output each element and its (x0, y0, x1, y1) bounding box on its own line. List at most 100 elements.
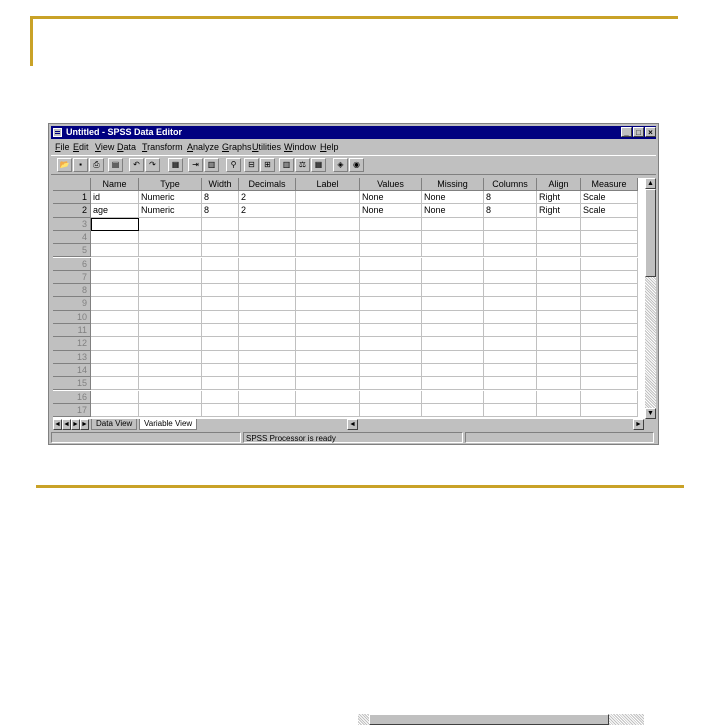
grid-cell[interactable] (537, 217, 581, 231)
vertical-scrollbar[interactable]: ▲ ▼ (645, 178, 656, 419)
grid-cell[interactable] (202, 297, 239, 311)
title-bar[interactable]: Untitled - SPSS Data Editor _ □ × (51, 126, 656, 139)
goto-case-button[interactable]: ⇥ (188, 158, 203, 172)
tab-variable-view[interactable]: Variable View (139, 419, 198, 430)
row-header[interactable]: 13 (53, 350, 91, 364)
grid-cell[interactable] (537, 244, 581, 258)
grid-cell[interactable] (581, 377, 638, 391)
insert-case-button[interactable]: ⊟ (244, 158, 259, 172)
grid-cell[interactable] (360, 377, 422, 391)
weight-cases-button[interactable]: ⚖ (295, 158, 310, 172)
grid-cell[interactable] (239, 217, 296, 231)
grid-cell[interactable] (581, 244, 638, 258)
grid-cell[interactable] (537, 270, 581, 285)
grid-cell[interactable] (422, 363, 484, 378)
menu-graphs[interactable]: Graphs (222, 142, 252, 152)
row-header[interactable]: 14 (53, 363, 91, 378)
row-header[interactable]: 7 (53, 270, 91, 285)
grid-cell[interactable] (537, 390, 581, 404)
row-header[interactable]: 17 (53, 403, 91, 418)
grid-cell[interactable] (422, 297, 484, 311)
grid-cell[interactable] (239, 270, 296, 285)
grid-cell[interactable] (484, 217, 537, 231)
grid-cell[interactable] (296, 270, 360, 285)
grid-cell[interactable] (581, 363, 638, 378)
grid-cell[interactable] (360, 324, 422, 338)
grid-cell[interactable] (139, 350, 202, 364)
grid-cell[interactable] (537, 297, 581, 311)
menu-file[interactable]: File (55, 142, 70, 152)
grid-cell[interactable] (537, 337, 581, 351)
grid-cell[interactable] (484, 350, 537, 364)
grid-cell[interactable] (484, 337, 537, 351)
grid-cell[interactable] (139, 257, 202, 271)
row-header[interactable]: 10 (53, 310, 91, 324)
grid-cell[interactable] (484, 310, 537, 324)
grid-cell[interactable] (360, 244, 422, 258)
grid-cell[interactable]: None (422, 191, 484, 205)
grid-cell[interactable] (296, 284, 360, 298)
grid-cell[interactable] (360, 270, 422, 285)
grid-cell[interactable] (484, 270, 537, 285)
grid-cell[interactable] (239, 324, 296, 338)
row-header[interactable]: 8 (53, 284, 91, 298)
menu-data[interactable]: Data (117, 142, 136, 152)
grid-cell[interactable] (360, 230, 422, 245)
grid-cell[interactable] (91, 324, 139, 338)
horizontal-scrollbar[interactable] (358, 714, 644, 725)
grid-cell[interactable] (296, 363, 360, 378)
undo-button[interactable]: ↶ (129, 158, 144, 172)
grid-cell[interactable] (239, 403, 296, 418)
row-header[interactable]: 9 (53, 297, 91, 311)
grid-cell[interactable] (484, 230, 537, 245)
grid-cell[interactable] (91, 270, 139, 285)
menu-window[interactable]: Window (284, 142, 316, 152)
row-header[interactable]: 4 (53, 230, 91, 245)
grid-cell[interactable] (360, 284, 422, 298)
grid-cell[interactable] (239, 337, 296, 351)
minimize-button[interactable]: _ (621, 127, 632, 137)
row-header[interactable]: 6 (53, 257, 91, 271)
grid-cell[interactable]: 2 (239, 191, 296, 205)
grid-cell[interactable] (91, 337, 139, 351)
tab-prev-button[interactable]: ◄ (62, 419, 71, 430)
grid-cell[interactable] (296, 297, 360, 311)
grid-cell[interactable]: Right (537, 191, 581, 205)
open-button[interactable]: 📂 (57, 158, 72, 172)
grid-cell[interactable] (202, 270, 239, 285)
row-header[interactable]: 5 (53, 244, 91, 258)
grid-cell[interactable] (537, 350, 581, 364)
grid-cell[interactable] (581, 324, 638, 338)
grid-cell[interactable] (202, 377, 239, 391)
grid-cell[interactable] (537, 363, 581, 378)
grid-cell[interactable] (422, 310, 484, 324)
grid-cell[interactable] (202, 390, 239, 404)
split-file-button[interactable]: ▥ (279, 158, 294, 172)
grid-cell[interactable] (581, 270, 638, 285)
grid-cell[interactable] (239, 244, 296, 258)
save-button[interactable]: ▪ (73, 158, 88, 172)
grid-cell[interactable] (422, 350, 484, 364)
grid-cell[interactable] (360, 217, 422, 231)
grid-cell[interactable] (422, 390, 484, 404)
grid-cell[interactable]: 2 (239, 204, 296, 218)
grid-cell[interactable]: Right (537, 204, 581, 218)
grid-cell[interactable] (91, 377, 139, 391)
grid-cell[interactable] (202, 257, 239, 271)
grid-cell[interactable] (139, 403, 202, 418)
grid-cell[interactable] (422, 403, 484, 418)
grid-cell[interactable] (581, 337, 638, 351)
grid-cell[interactable] (91, 390, 139, 404)
grid-cell[interactable] (202, 244, 239, 258)
tab-last-button[interactable]: ► (80, 419, 89, 430)
grid-cell[interactable] (239, 257, 296, 271)
print-button[interactable]: ⎙ (89, 158, 104, 172)
grid-cell[interactable] (422, 230, 484, 245)
row-header[interactable]: 3 (53, 217, 91, 231)
grid-cell[interactable] (422, 284, 484, 298)
grid-cell[interactable] (484, 284, 537, 298)
grid-cell[interactable] (537, 284, 581, 298)
grid-cell[interactable] (581, 390, 638, 404)
grid-cell[interactable] (139, 324, 202, 338)
menu-analyze[interactable]: Analyze (187, 142, 219, 152)
